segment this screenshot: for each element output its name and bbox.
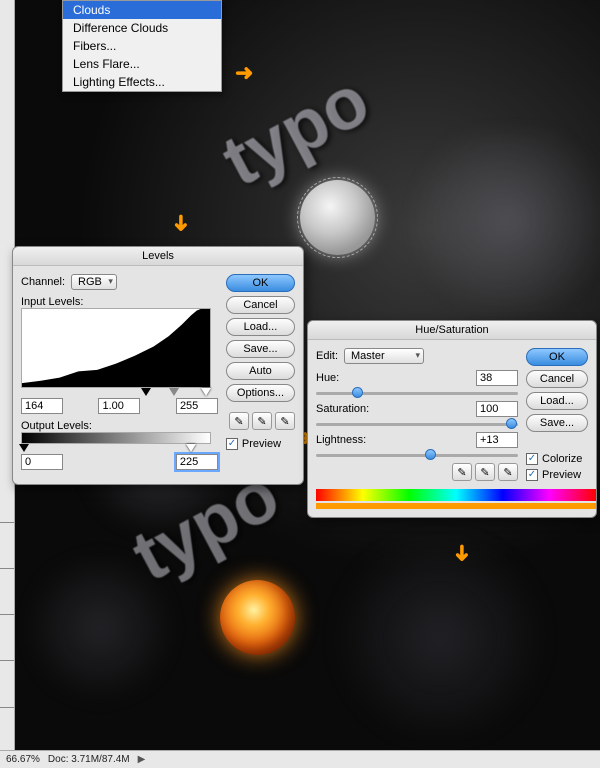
levels-title: Levels xyxy=(13,247,303,266)
zoom-level[interactable]: 66.67% xyxy=(6,754,40,765)
filter-render-menu: Clouds Difference Clouds Fibers... Lens … xyxy=(62,0,222,92)
moon-selection xyxy=(300,180,375,255)
preview-label: Preview xyxy=(242,438,281,450)
load-button[interactable]: Load... xyxy=(526,392,588,410)
load-button[interactable]: Load... xyxy=(226,318,295,336)
output-levels-label: Output Levels: xyxy=(21,420,218,432)
hue-spectrum xyxy=(316,489,596,501)
hue-saturation-dialog: Hue/Saturation Edit: Master Hue: Saturat… xyxy=(307,320,597,518)
output-slider[interactable] xyxy=(21,444,211,454)
menu-item-lens-flare[interactable]: Lens Flare... xyxy=(63,55,221,73)
lightness-thumb[interactable] xyxy=(425,449,436,460)
saturation-thumb[interactable] xyxy=(506,418,517,429)
status-arrow-icon[interactable]: ▶ xyxy=(138,754,146,765)
huesat-title: Hue/Saturation xyxy=(308,321,596,340)
eyedropper-black-icon[interactable]: ✎ xyxy=(229,412,249,430)
preview-label: Preview xyxy=(542,469,581,481)
ok-button[interactable]: OK xyxy=(526,348,588,366)
arrow-down-icon: ➜ xyxy=(168,214,194,232)
saturation-slider[interactable] xyxy=(316,423,518,426)
input-white-field[interactable] xyxy=(176,398,218,414)
cloud-texture xyxy=(380,130,600,310)
output-black-field[interactable] xyxy=(21,454,63,470)
input-levels-label: Input Levels: xyxy=(21,296,218,308)
colorize-label: Colorize xyxy=(542,453,582,465)
status-bar: 66.67% Doc: 3.71M/87.4M ▶ xyxy=(0,750,600,768)
hue-label: Hue: xyxy=(316,372,378,384)
lightness-label: Lightness: xyxy=(316,434,378,446)
sun-sphere xyxy=(220,580,295,655)
lightness-slider[interactable] xyxy=(316,454,518,457)
lightness-field[interactable] xyxy=(476,432,518,448)
output-white-slider[interactable] xyxy=(186,444,196,452)
mid-point-slider[interactable] xyxy=(169,388,179,396)
eyedropper-add-icon[interactable]: ✎ xyxy=(475,463,495,481)
arrow-down-icon: ➜ xyxy=(449,544,475,562)
input-mid-field[interactable] xyxy=(98,398,140,414)
preview-checkbox[interactable]: ✓ xyxy=(526,469,538,481)
options-button[interactable]: Options... xyxy=(226,384,295,402)
eyedropper-white-icon[interactable]: ✎ xyxy=(275,412,295,430)
hue-slider[interactable] xyxy=(316,392,518,395)
channel-select[interactable]: RGB xyxy=(71,274,117,290)
arrow-right-icon: ➜ xyxy=(235,60,253,86)
result-spectrum xyxy=(316,503,596,509)
menu-item-clouds[interactable]: Clouds xyxy=(63,1,221,19)
eyedropper-gray-icon[interactable]: ✎ xyxy=(252,412,272,430)
menu-item-lighting-effects[interactable]: Lighting Effects... xyxy=(63,73,221,91)
saturation-field[interactable] xyxy=(476,401,518,417)
edit-select[interactable]: Master xyxy=(344,348,424,364)
auto-button[interactable]: Auto xyxy=(226,362,295,380)
white-point-slider[interactable] xyxy=(201,388,211,396)
doc-size: Doc: 3.71M/87.4M xyxy=(48,754,130,765)
hue-thumb[interactable] xyxy=(352,387,363,398)
saturation-label: Saturation: xyxy=(316,403,378,415)
edit-label: Edit: xyxy=(316,350,338,362)
input-black-field[interactable] xyxy=(21,398,63,414)
cancel-button[interactable]: Cancel xyxy=(526,370,588,388)
cancel-button[interactable]: Cancel xyxy=(226,296,295,314)
output-black-slider[interactable] xyxy=(19,444,29,452)
levels-dialog: Levels Channel: RGB Input Levels: Output… xyxy=(12,246,304,485)
preview-checkbox[interactable]: ✓ xyxy=(226,438,238,450)
output-gradient xyxy=(21,432,211,444)
ok-button[interactable]: OK xyxy=(226,274,295,292)
save-button[interactable]: Save... xyxy=(526,414,588,432)
colorize-checkbox[interactable]: ✓ xyxy=(526,453,538,465)
histogram xyxy=(21,308,211,388)
save-button[interactable]: Save... xyxy=(226,340,295,358)
eyedropper-icon[interactable]: ✎ xyxy=(452,463,472,481)
cloud-texture xyxy=(290,538,590,738)
menu-item-difference-clouds[interactable]: Difference Clouds xyxy=(63,19,221,37)
channel-label: Channel: xyxy=(21,276,65,288)
black-point-slider[interactable] xyxy=(141,388,151,396)
eyedropper-subtract-icon[interactable]: ✎ xyxy=(498,463,518,481)
menu-item-fibers[interactable]: Fibers... xyxy=(63,37,221,55)
input-slider[interactable] xyxy=(21,388,211,398)
output-white-field[interactable] xyxy=(176,454,218,470)
hue-field[interactable] xyxy=(476,370,518,386)
